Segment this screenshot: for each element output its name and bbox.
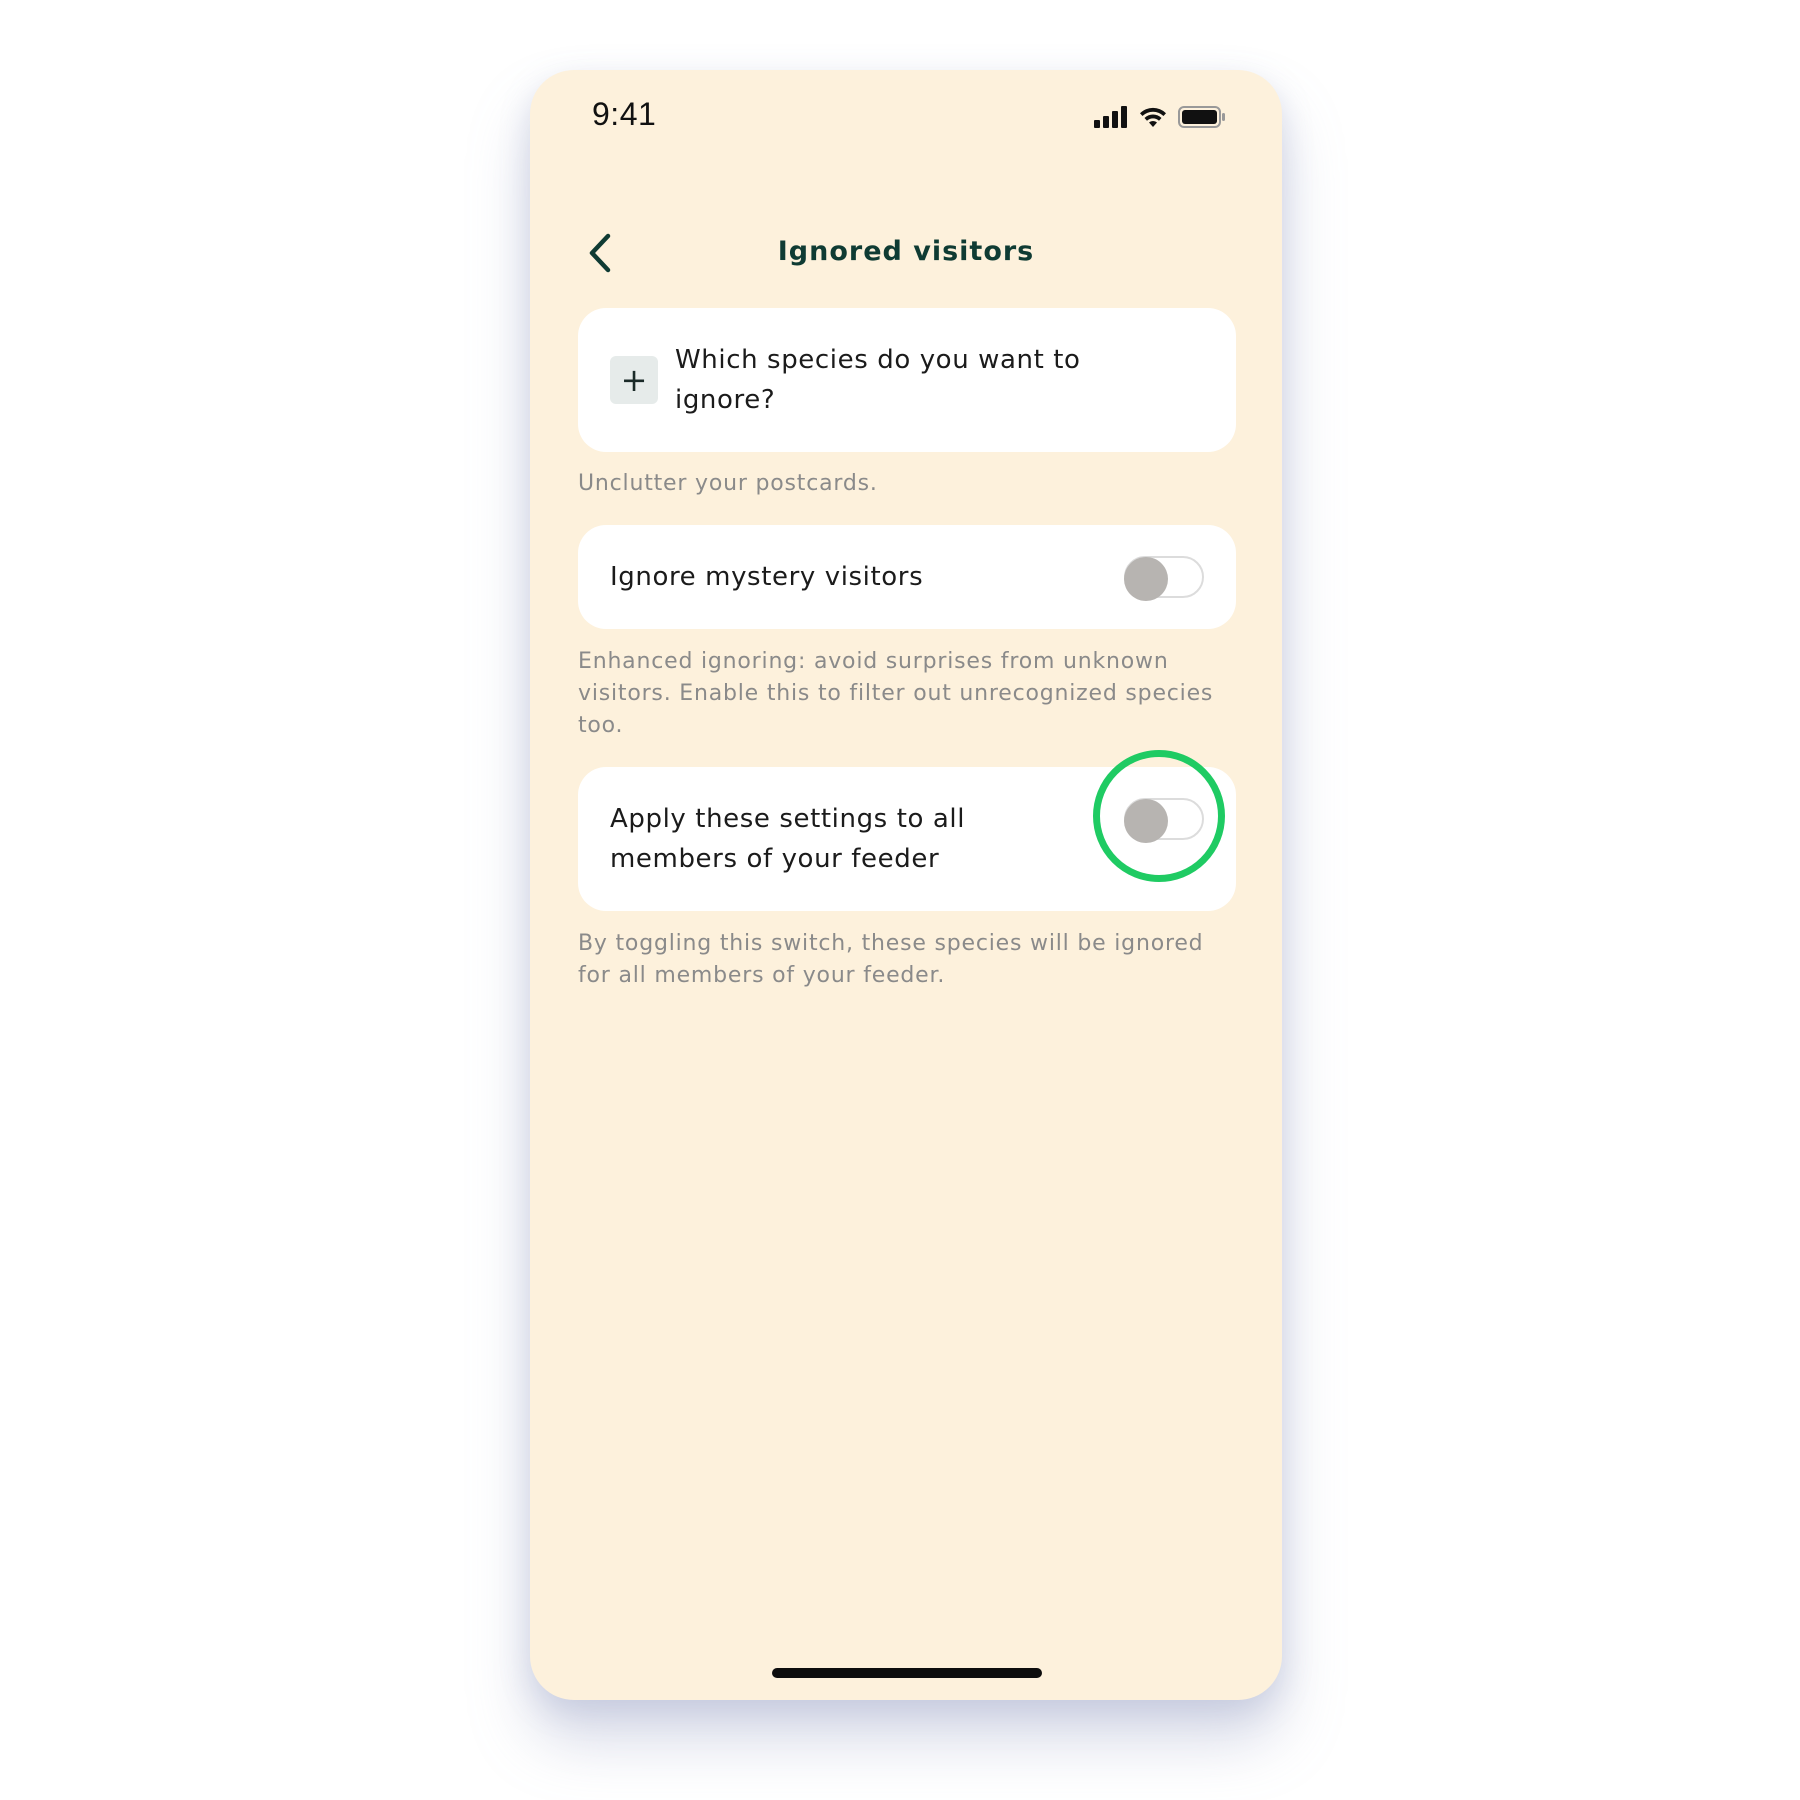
add-species-button[interactable]: + [610, 356, 658, 404]
mystery-visitors-label: Ignore mystery visitors [610, 562, 924, 592]
species-hint: Unclutter your postcards. [578, 471, 878, 496]
phone-screen: 9:41 Ignored visitors + Which species do… [530, 70, 1282, 1700]
wifi-icon [1138, 106, 1168, 132]
status-time: 9:41 [592, 96, 657, 132]
cellular-signal-icon [1094, 106, 1128, 132]
battery-icon [1178, 106, 1226, 132]
page-title: Ignored visitors [777, 236, 1035, 267]
status-icons [1094, 106, 1226, 132]
toggle-knob [1124, 557, 1168, 601]
status-bar: 9:41 [530, 70, 1282, 160]
nav-bar: Ignored visitors [530, 220, 1282, 290]
species-selector-card[interactable]: + Which species do you want to ignore? [578, 308, 1236, 452]
apply-all-members-card: Apply these settings to all members of y… [578, 767, 1236, 911]
home-indicator [772, 1668, 1042, 1678]
toggle-knob [1124, 799, 1168, 843]
plus-icon: + [620, 361, 648, 399]
mystery-visitors-toggle[interactable] [1124, 556, 1204, 601]
apply-all-members-toggle[interactable] [1124, 798, 1204, 843]
apply-all-members-label: Apply these settings to all members of y… [610, 804, 966, 874]
apply-hint: By toggling this switch, these species w… [578, 931, 1204, 988]
mystery-visitors-card: Ignore mystery visitors [578, 525, 1236, 629]
species-selector-label: Which species do you want to ignore? [675, 345, 1081, 415]
mystery-hint: Enhanced ignoring: avoid surprises from … [578, 649, 1214, 738]
